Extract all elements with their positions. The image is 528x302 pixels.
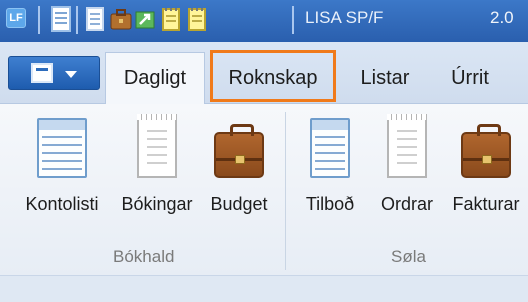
group-separator — [285, 112, 286, 270]
window-title: LISA SP/F — [305, 8, 384, 27]
tab-dagligt[interactable]: Dagligt — [105, 52, 205, 104]
toolbar-separator — [76, 6, 78, 34]
briefcase-icon — [214, 124, 264, 178]
list-icon — [310, 118, 350, 178]
receipt-icon — [387, 114, 427, 178]
green-arrow-icon[interactable] — [134, 6, 156, 32]
window-title-suffix: 2.0 — [490, 8, 514, 27]
ribbon-tab-strip: Dagligt Roknskap Listar Úrrit — [0, 42, 528, 104]
receipt-icon[interactable] — [84, 6, 106, 32]
group-label-sola: Søla — [391, 247, 426, 266]
budget-label: Budget — [210, 194, 268, 214]
tab-listar[interactable]: Listar — [350, 52, 420, 104]
notepad-icon[interactable] — [160, 6, 182, 32]
tab-roknskap[interactable]: Roknskap — [213, 52, 333, 104]
kontolisti-button[interactable]: Kontolisti — [22, 110, 102, 224]
tab-urrit[interactable]: Úrrit — [440, 52, 500, 104]
file-menu-button[interactable] — [8, 56, 100, 90]
ordrar-button[interactable]: Ordrar — [372, 110, 442, 224]
receipt-icon — [137, 114, 177, 178]
fakturar-label: Fakturar — [452, 194, 520, 214]
chevron-down-icon — [65, 71, 77, 78]
budget-button[interactable]: Budget — [204, 110, 274, 224]
bokingar-label: Bókingar — [121, 194, 193, 214]
document-list-icon[interactable] — [50, 6, 72, 32]
briefcase-icon — [461, 124, 511, 178]
ribbon-panel: Kontolisti Bókingar Budget Bókhald Tilbo… — [0, 104, 528, 276]
kontolisti-label: Kontolisti — [25, 194, 99, 214]
ordrar-label: Ordrar — [380, 194, 433, 214]
briefcase-icon[interactable] — [110, 6, 132, 32]
toolbar-separator — [38, 6, 40, 34]
fakturar-button[interactable]: Fakturar — [446, 110, 526, 224]
list-icon — [37, 118, 87, 178]
toolbar-separator — [292, 6, 294, 34]
file-menu-icon — [31, 63, 53, 83]
app-logo: LF — [6, 8, 26, 28]
title-bar: LF LISA SP/F 2.0 — [0, 0, 528, 42]
tilbod-button[interactable]: Tilboð — [298, 110, 362, 224]
notepad-icon[interactable] — [186, 6, 208, 32]
group-label-bokhald: Bókhald — [113, 247, 175, 266]
tilbod-label: Tilboð — [305, 194, 355, 214]
content-area — [0, 276, 528, 302]
bokingar-button[interactable]: Bókingar — [114, 110, 200, 224]
